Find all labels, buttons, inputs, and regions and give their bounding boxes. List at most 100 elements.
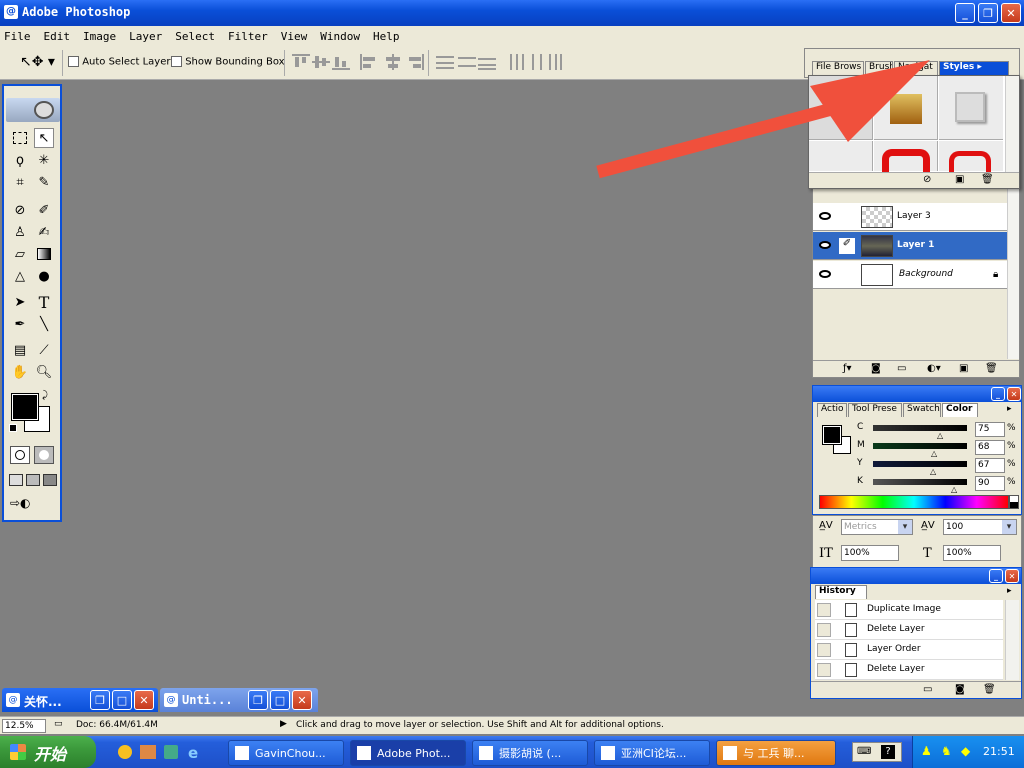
color-spectrum-ramp[interactable] bbox=[819, 495, 1009, 509]
eye-icon[interactable] bbox=[819, 241, 831, 249]
dodge-tool-icon[interactable]: ● bbox=[34, 266, 54, 286]
magic-wand-tool-icon[interactable]: ✳ bbox=[34, 150, 54, 170]
minimized-window[interactable]: @ 关怀... ❐ □ ✕ bbox=[2, 688, 158, 712]
marquee-tool-icon[interactable] bbox=[10, 128, 30, 148]
menu-image[interactable]: Image bbox=[83, 30, 116, 43]
eye-icon[interactable] bbox=[819, 270, 831, 278]
align-right-icon[interactable] bbox=[406, 54, 424, 70]
trash-icon[interactable]: 🗑︎ bbox=[985, 363, 998, 374]
tray-icon[interactable]: ◆ bbox=[961, 744, 970, 758]
history-close-button[interactable]: ✕ bbox=[1005, 569, 1019, 583]
auto-select-option[interactable]: Auto Select Layer bbox=[68, 56, 171, 68]
screen-mode-full-icon[interactable] bbox=[43, 474, 57, 486]
channel-k-field[interactable]: 90 bbox=[975, 476, 1005, 491]
foreground-color-swatch[interactable] bbox=[11, 393, 39, 421]
status-menu-arrow-icon[interactable]: ▶ bbox=[280, 719, 287, 729]
move-tool-preset-icon[interactable]: ↖✥ ▾ bbox=[20, 54, 55, 70]
notes-tool-icon[interactable]: ▤ bbox=[10, 340, 30, 360]
lasso-tool-icon[interactable]: ϙ bbox=[10, 150, 30, 170]
close-button[interactable]: ✕ bbox=[1001, 3, 1021, 23]
tracking-select[interactable]: 100 ▾ bbox=[943, 519, 1017, 535]
tab-actions[interactable]: Actio bbox=[817, 403, 847, 417]
channel-m-field[interactable]: 68 bbox=[975, 440, 1005, 455]
menu-filter[interactable]: Filter bbox=[228, 30, 268, 43]
line-tool-icon[interactable]: ╲ bbox=[34, 314, 54, 334]
color-panel-close-button[interactable]: ✕ bbox=[1007, 387, 1021, 401]
start-button[interactable]: 开始 bbox=[0, 736, 96, 768]
menu-edit[interactable]: Edit bbox=[44, 30, 71, 43]
layer-mask-icon[interactable]: ◙ bbox=[871, 363, 881, 374]
blur-tool-icon[interactable]: △ bbox=[10, 266, 30, 286]
new-layer-icon[interactable]: ▣ bbox=[959, 363, 968, 374]
align-top-icon[interactable] bbox=[292, 54, 310, 70]
default-colors-icon[interactable] bbox=[9, 424, 17, 432]
pen-tool-icon[interactable]: ✒ bbox=[10, 314, 30, 334]
kerning-select[interactable]: Metrics ▾ bbox=[841, 519, 913, 535]
quick-mask-button[interactable] bbox=[34, 446, 54, 464]
align-bottom-icon[interactable] bbox=[332, 54, 350, 70]
menu-layer[interactable]: Layer bbox=[129, 30, 162, 43]
history-item[interactable]: Delete Layer bbox=[815, 660, 1003, 680]
ie-icon[interactable]: e bbox=[188, 744, 198, 762]
clone-stamp-tool-icon[interactable]: ♙ bbox=[10, 222, 30, 242]
color-foreground-swatch[interactable] bbox=[822, 425, 842, 445]
color-ramp-white[interactable] bbox=[1009, 495, 1019, 509]
distribute-right-icon[interactable] bbox=[546, 54, 564, 70]
history-item[interactable]: Delete Layer bbox=[815, 620, 1003, 640]
restore-button[interactable]: ❐ bbox=[90, 690, 110, 710]
style-swatch[interactable] bbox=[939, 76, 1003, 140]
history-scrollbar[interactable] bbox=[1005, 600, 1019, 680]
align-hcenter-icon[interactable] bbox=[384, 54, 402, 70]
bounding-box-checkbox[interactable] bbox=[171, 56, 182, 67]
layer-row-selected[interactable]: ✐ Layer 1 bbox=[813, 232, 1007, 260]
type-tool-icon[interactable]: T bbox=[34, 292, 54, 312]
new-style-icon[interactable]: ▣ bbox=[955, 174, 964, 185]
history-snapshot-box[interactable] bbox=[817, 623, 831, 637]
standard-mode-button[interactable] bbox=[10, 446, 30, 464]
distribute-vcenter-icon[interactable] bbox=[458, 54, 476, 70]
taskbar-item[interactable]: 亚洲CI论坛... bbox=[594, 740, 710, 766]
clock[interactable]: 21:51 bbox=[983, 745, 1015, 758]
new-document-icon[interactable]: ▭ bbox=[923, 684, 932, 695]
eyedropper-tool-icon[interactable]: ⟋ bbox=[34, 340, 54, 360]
distribute-hcenter-icon[interactable] bbox=[528, 54, 546, 70]
crop-tool-icon[interactable]: ⌗ bbox=[10, 172, 30, 192]
channel-y-thumb[interactable]: △ bbox=[930, 467, 936, 476]
channel-m-slider[interactable] bbox=[873, 443, 967, 449]
close-button[interactable]: ✕ bbox=[292, 690, 312, 710]
tab-history[interactable]: History bbox=[815, 585, 867, 599]
eye-icon[interactable] bbox=[819, 212, 831, 220]
menu-view[interactable]: View bbox=[281, 30, 308, 43]
color-panel-minimize-button[interactable]: _ bbox=[991, 387, 1005, 401]
layer-row[interactable]: Background 🔒︎ bbox=[813, 261, 1007, 289]
path-selection-tool-icon[interactable]: ➤ bbox=[10, 292, 30, 312]
delete-style-icon[interactable]: 🗑︎ bbox=[981, 174, 994, 185]
zoom-field[interactable]: 12.5% bbox=[2, 719, 46, 733]
eraser-tool-icon[interactable]: ▱ bbox=[10, 244, 30, 264]
screen-mode-full-menu-icon[interactable] bbox=[26, 474, 40, 486]
zoom-tool-icon[interactable]: 🔍︎ bbox=[34, 362, 54, 382]
history-item[interactable]: Layer Order bbox=[815, 640, 1003, 660]
menu-select[interactable]: Select bbox=[175, 30, 215, 43]
styles-scrollbar[interactable] bbox=[1005, 76, 1019, 172]
channel-c-thumb[interactable]: △ bbox=[937, 431, 943, 440]
tray-icon[interactable]: ♞ bbox=[941, 744, 952, 758]
taskbar-item-active[interactable]: Adobe Phot... bbox=[350, 740, 466, 766]
brush-tool-icon[interactable]: ✐ bbox=[34, 200, 54, 220]
menu-help[interactable]: Help bbox=[373, 30, 400, 43]
history-snapshot-box[interactable] bbox=[817, 603, 831, 617]
media-player-icon[interactable] bbox=[118, 745, 132, 759]
screen-mode-standard-icon[interactable] bbox=[9, 474, 23, 486]
layer-row[interactable]: Layer 3 bbox=[813, 203, 1007, 231]
channel-y-field[interactable]: 67 bbox=[975, 458, 1005, 473]
distribute-bottom-icon[interactable] bbox=[478, 54, 496, 70]
history-snapshot-box[interactable] bbox=[817, 663, 831, 677]
close-button[interactable]: ✕ bbox=[134, 690, 154, 710]
tab-styles[interactable]: Styles ▸ bbox=[939, 61, 1009, 75]
style-swatch[interactable] bbox=[939, 141, 1003, 181]
bounding-box-option[interactable]: Show Bounding Box bbox=[171, 56, 285, 68]
hand-tool-icon[interactable]: ✋ bbox=[10, 362, 30, 382]
channel-c-slider[interactable] bbox=[873, 425, 967, 431]
history-minimize-button[interactable]: _ bbox=[989, 569, 1003, 583]
minimize-button[interactable]: _ bbox=[955, 3, 975, 23]
